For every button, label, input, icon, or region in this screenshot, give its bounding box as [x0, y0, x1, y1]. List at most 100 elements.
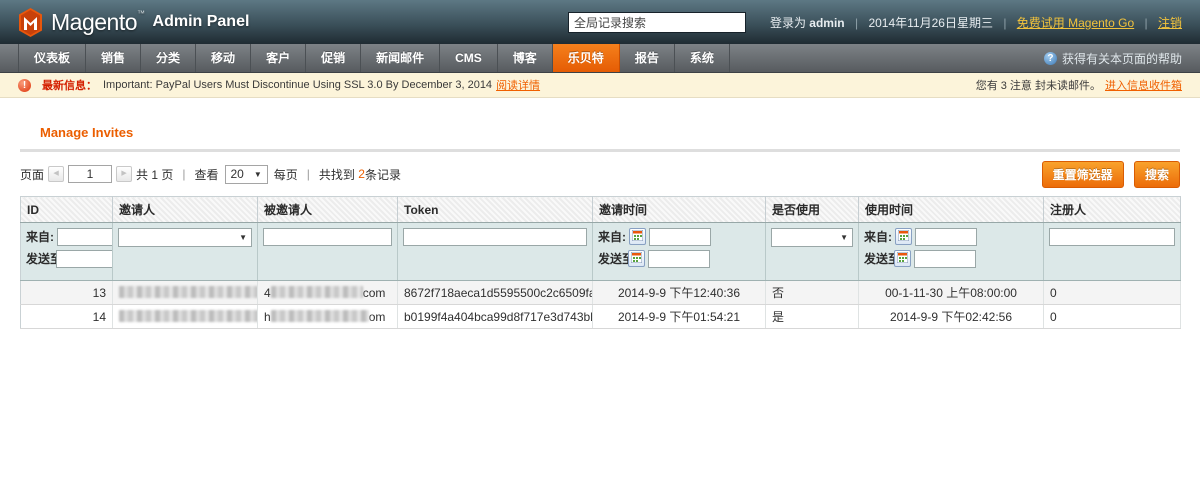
notice-message: Important: PayPal Users Must Discontinue… [103, 79, 492, 91]
page-number-input[interactable] [68, 165, 112, 183]
logout-link[interactable]: 注销 [1158, 16, 1182, 30]
nav-item-dashboard[interactable]: 仪表板 [18, 44, 86, 72]
per-page-value: 20 [231, 167, 244, 181]
calendar-icon[interactable] [894, 250, 911, 267]
invited-to-input[interactable] [648, 250, 710, 268]
grid-header-row: ID 邀请人 被邀请人 Token 邀请时间 是否使用 使用时间 注册人 [21, 197, 1181, 223]
cell-used-at: 00-1-11-30 上午08:00:00 [859, 281, 1044, 305]
nav-item-system[interactable]: 系统 [675, 44, 730, 72]
alert-icon: ! [18, 79, 31, 92]
separator: | [182, 167, 185, 181]
cell-token: 8672f718aeca1d5595500c2c6509faf1 [398, 281, 593, 305]
calendar-icon[interactable] [628, 250, 645, 267]
cell-id: 13 [21, 281, 113, 305]
registrant-filter-input[interactable] [1049, 228, 1175, 246]
magento-brand: Magento™ Admin Panel [18, 8, 249, 37]
main-nav: 仪表板 销售 分类 移动 客户 促销 新闻邮件 CMS 博客 乐贝特 报告 系统… [0, 44, 1200, 73]
column-header-used-at[interactable]: 使用时间 [859, 197, 1044, 223]
cell-used: 是 [766, 305, 859, 329]
column-header-id[interactable]: ID [21, 197, 113, 223]
cell-token: b0199f4a404bca99d8f717e3d743bbcc [398, 305, 593, 329]
grid-filter-row: 来自: 发送至: ▼ 来自: 发送至: ▼ [21, 223, 1181, 281]
cell-registrant: 0 [1044, 281, 1181, 305]
chevron-down-icon: ▼ [254, 170, 262, 179]
notification-bar: ! 最新信息： Important: PayPal Users Must Dis… [0, 73, 1200, 98]
invitee-filter-input[interactable] [263, 228, 392, 246]
view-label: 查看 [194, 166, 218, 183]
nav-item-customers[interactable]: 客户 [251, 44, 306, 72]
cell-invited-at: 2014-9-9 下午12:40:36 [593, 281, 766, 305]
read-details-link[interactable]: 阅读详情 [496, 77, 540, 93]
nav-item-sales[interactable]: 销售 [86, 44, 141, 72]
cell-invitee: 4com [258, 281, 398, 305]
nav-item-catalog[interactable]: 分类 [141, 44, 196, 72]
used-filter-select[interactable]: ▼ [771, 228, 853, 247]
inviter-filter-select[interactable]: ▼ [118, 228, 252, 247]
cell-id: 14 [21, 305, 113, 329]
search-button[interactable]: 搜索 [1134, 161, 1180, 188]
prev-page-button[interactable]: ◀ [48, 166, 64, 182]
brand-subtitle: Admin Panel [153, 13, 250, 31]
calendar-icon[interactable] [629, 228, 646, 245]
per-page-select[interactable]: 20 ▼ [225, 165, 268, 184]
nav-item-lebeite-active[interactable]: 乐贝特 [553, 44, 620, 72]
column-header-invitee[interactable]: 被邀请人 [258, 197, 398, 223]
to-label: 发送至: [26, 252, 53, 266]
reset-filter-button[interactable]: 重置筛选器 [1042, 161, 1124, 188]
separator: | [1003, 16, 1006, 30]
grid-row[interactable]: 13 4com 8672f718aeca1d5595500c2c6509faf1… [21, 281, 1181, 305]
records-found-prefix: 共找到 [319, 166, 355, 183]
header-user-info: 登录为 admin | 2014年11月26日星期三 | 免费试用 Magent… [770, 14, 1182, 31]
chevron-down-icon: ▼ [840, 233, 848, 242]
invited-from-input[interactable] [649, 228, 711, 246]
column-header-token[interactable]: Token [398, 197, 593, 223]
global-search-input[interactable] [568, 12, 746, 33]
separator: | [307, 167, 310, 181]
per-page-label: 每页 [274, 166, 298, 183]
redacted-email [271, 286, 363, 298]
column-header-used[interactable]: 是否使用 [766, 197, 859, 223]
separator: | [855, 16, 858, 30]
filter-cell-used-at: 来自: 发送至: [859, 223, 1044, 281]
cell-invitee: hom [258, 305, 398, 329]
page-help-link[interactable]: ? 获得有关本页面的帮助 [1044, 44, 1200, 72]
cell-inviter [113, 281, 258, 305]
nav-item-blog[interactable]: 博客 [498, 44, 553, 72]
used-to-input[interactable] [914, 250, 976, 268]
cell-inviter [113, 305, 258, 329]
id-to-input[interactable] [56, 250, 113, 268]
token-filter-input[interactable] [403, 228, 587, 246]
column-header-inviter[interactable]: 邀请人 [113, 197, 258, 223]
inbox-link[interactable]: 进入信息收件箱 [1105, 77, 1182, 93]
trial-link[interactable]: 免费试用 Magento Go [1017, 16, 1134, 30]
nav-item-newsletter[interactable]: 新闻邮件 [361, 44, 440, 72]
grid-toolbar: 页面 ◀ ▶ 共 1 页 | 查看 20 ▼ 每页 | 共找到 2条记录 重置筛… [20, 162, 1180, 186]
unread-mail-text: 您有 3 注意 封未读邮件。 [976, 77, 1101, 93]
filter-cell-invited-at: 来自: 发送至: [593, 223, 766, 281]
cell-used-at: 2014-9-9 下午02:42:56 [859, 305, 1044, 329]
nav-item-cms[interactable]: CMS [440, 44, 498, 72]
records-found-count: 2 [358, 167, 365, 181]
redacted-email [119, 286, 258, 298]
records-found-suffix: 条记录 [365, 166, 401, 183]
filter-cell-invitee [258, 223, 398, 281]
filter-cell-inviter: ▼ [113, 223, 258, 281]
next-page-button[interactable]: ▶ [116, 166, 132, 182]
column-header-invited-at[interactable]: 邀请时间 [593, 197, 766, 223]
filter-cell-used: ▼ [766, 223, 859, 281]
nav-item-mobile[interactable]: 移动 [196, 44, 251, 72]
grid-row[interactable]: 14 hom b0199f4a404bca99d8f717e3d743bbcc … [21, 305, 1181, 329]
used-from-input[interactable] [915, 228, 977, 246]
id-from-input[interactable] [57, 228, 113, 246]
nav-item-promotions[interactable]: 促销 [306, 44, 361, 72]
separator: | [1145, 16, 1148, 30]
column-header-registrant[interactable]: 注册人 [1044, 197, 1181, 223]
username: admin [809, 16, 844, 30]
nav-item-reports[interactable]: 报告 [620, 44, 675, 72]
brand-name: Magento™ [51, 9, 145, 36]
page-title: Manage Invites [40, 125, 1180, 140]
from-label: 来自: [864, 230, 892, 244]
from-label: 来自: [598, 230, 626, 244]
toolbar-buttons: 重置筛选器 搜索 [1035, 161, 1180, 188]
calendar-icon[interactable] [895, 228, 912, 245]
